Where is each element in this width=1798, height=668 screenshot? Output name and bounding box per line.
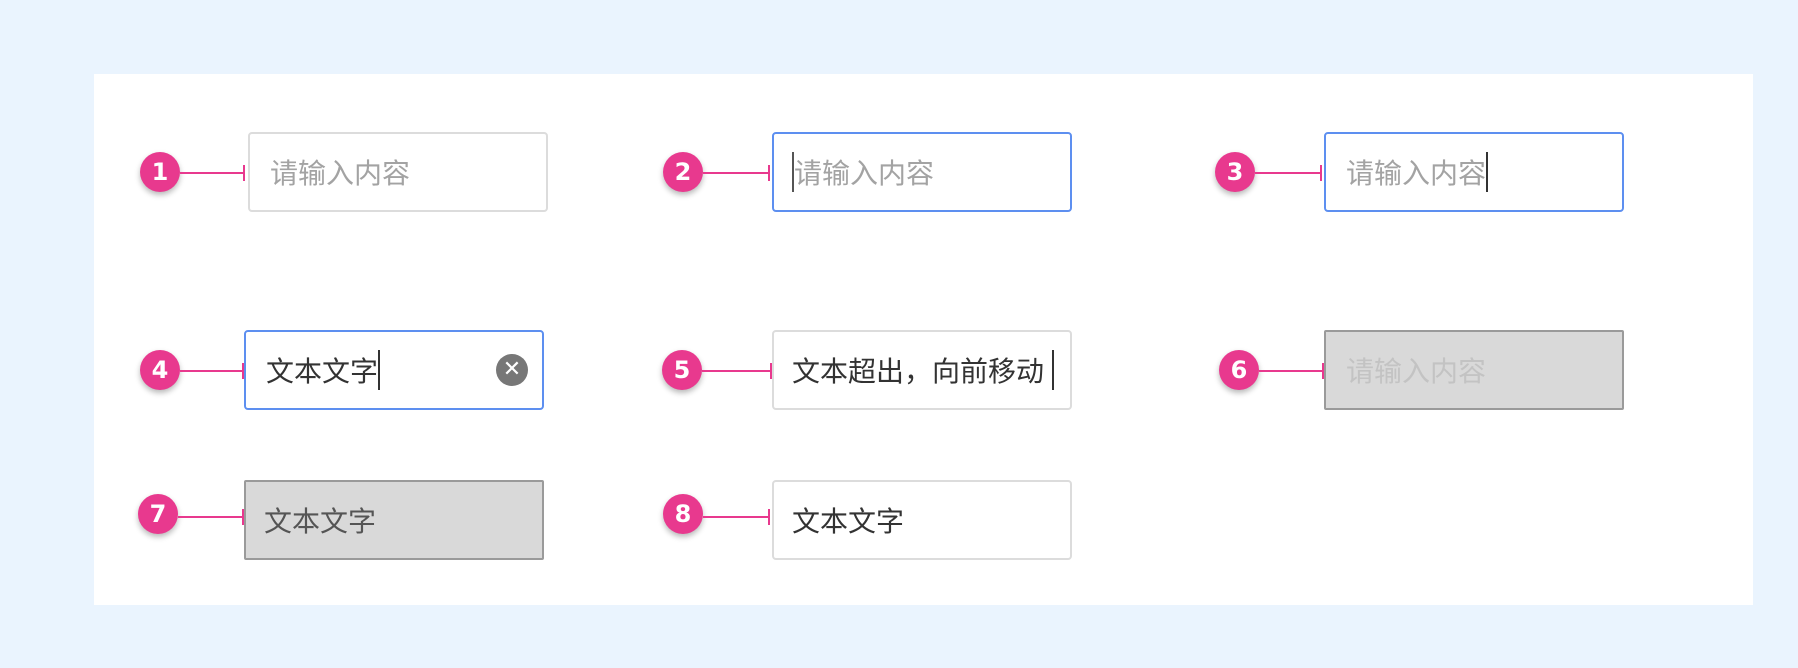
callout-leader-8 (703, 509, 770, 525)
input-filled[interactable]: 文本文字 (772, 480, 1072, 560)
callout-leader-7 (178, 509, 244, 525)
input-default[interactable]: 请输入内容 (248, 132, 548, 212)
callout-badge-2: 2 (663, 152, 703, 192)
callout-leader-4 (180, 363, 244, 379)
input-disabled-filled: 文本文字 (244, 480, 544, 560)
input-value: 文本文字 (264, 505, 377, 538)
text-cursor (378, 350, 381, 390)
callout-leader-1 (180, 165, 245, 181)
callout-leader-6 (1259, 363, 1324, 379)
text-cursor (1052, 350, 1055, 390)
input-overflow[interactable]: 文本超出，向前移动 (772, 330, 1072, 410)
callout-badge-4: 4 (140, 350, 180, 390)
callout-leader-2 (703, 165, 770, 181)
callout-leader-3 (1255, 165, 1322, 181)
input-typing[interactable]: 文本文字 ✕ (244, 330, 544, 410)
input-disabled-empty: 请输入内容 (1324, 330, 1624, 410)
input-placeholder: 请输入内容 (270, 157, 411, 190)
callout-badge-6: 6 (1219, 350, 1259, 390)
input-focused-empty[interactable]: 请输入内容 (772, 132, 1072, 212)
callout-badge-3: 3 (1215, 152, 1255, 192)
clear-icon[interactable]: ✕ (496, 354, 528, 386)
callout-badge-8: 8 (663, 494, 703, 534)
input-value: 文本文字 (792, 505, 905, 538)
input-placeholder: 请输入内容 (1346, 355, 1487, 388)
callout-badge-7: 7 (138, 494, 178, 534)
input-focused-caret-end[interactable]: 请输入内容 (1324, 132, 1624, 212)
callout-leader-5 (702, 363, 772, 379)
callout-badge-5: 5 (662, 350, 702, 390)
input-placeholder: 请输入内容 (1346, 157, 1487, 190)
input-value: 文本文字 (266, 355, 379, 388)
input-placeholder: 请输入内容 (794, 157, 935, 190)
text-cursor (1486, 152, 1489, 192)
input-value: 文本超出，向前移动 (792, 355, 1045, 388)
callout-badge-1: 1 (140, 152, 180, 192)
